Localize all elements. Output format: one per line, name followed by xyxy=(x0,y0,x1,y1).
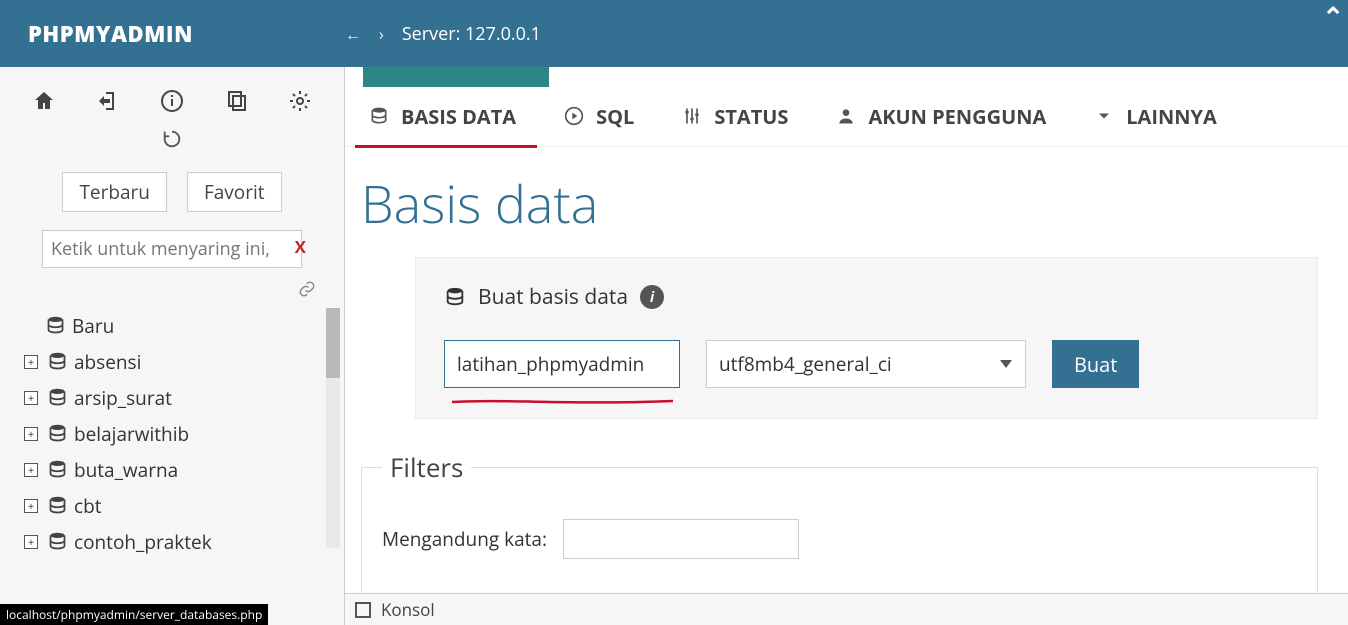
forward-arrow-icon[interactable]: › xyxy=(379,23,384,45)
filters-legend: Filters xyxy=(382,449,471,485)
tree-item[interactable]: + absensi xyxy=(24,344,344,380)
main-content: BASIS DATA SQL STATUS AKUN PENGGUNA LAIN… xyxy=(345,67,1348,625)
database-icon xyxy=(444,282,466,312)
info-icon[interactable] xyxy=(160,85,184,118)
tab-favorite[interactable]: Favorit xyxy=(187,172,282,212)
create-heading: Buat basis data i xyxy=(444,282,1289,312)
logout-icon[interactable] xyxy=(96,85,120,118)
tab-status[interactable]: STATUS xyxy=(658,87,812,146)
link-icon[interactable] xyxy=(298,278,316,302)
sidebar-filter-input[interactable] xyxy=(42,230,302,268)
database-icon xyxy=(44,384,70,412)
tab-users[interactable]: AKUN PENGGUNA xyxy=(812,87,1070,146)
tab-recent[interactable]: Terbaru xyxy=(62,172,167,212)
database-icon xyxy=(44,456,70,484)
expand-icon[interactable]: + xyxy=(24,427,38,441)
active-tab-backdrop xyxy=(363,67,549,87)
breadcrumb: ← › Server: 127.0.0.1 xyxy=(345,22,541,46)
docs-icon[interactable] xyxy=(224,85,248,118)
tab-sql[interactable]: SQL xyxy=(540,87,658,146)
create-button[interactable]: Buat xyxy=(1052,340,1139,388)
database-icon xyxy=(44,492,70,520)
database-name-input[interactable] xyxy=(444,340,680,388)
collation-select[interactable]: utf8mb4_general_ci xyxy=(706,340,1026,388)
play-icon xyxy=(564,103,584,130)
sidebar: Terbaru Favorit X Baru + absensi + arsip… xyxy=(0,67,345,625)
caret-down-icon xyxy=(1094,103,1114,130)
sliders-icon xyxy=(682,103,702,130)
create-database-panel: Buat basis data i utf8mb4_general_ci Bua… xyxy=(415,257,1318,419)
collapse-top-icon[interactable]: ⌃ xyxy=(1322,0,1344,34)
database-icon xyxy=(42,312,68,340)
home-icon[interactable] xyxy=(32,85,56,118)
sidebar-toolbar xyxy=(0,85,344,118)
top-bar: PHPMYADMIN ← › Server: 127.0.0.1 ⌃ xyxy=(0,0,1348,67)
sidebar-tabs: Terbaru Favorit xyxy=(0,172,344,212)
database-tree: Baru + absensi + arsip_surat + belajarwi… xyxy=(0,308,344,560)
expand-icon[interactable]: + xyxy=(24,391,38,405)
tree-item[interactable]: + arsip_surat xyxy=(24,380,344,416)
page-title: Basis data xyxy=(345,150,1348,257)
back-arrow-icon[interactable]: ← xyxy=(345,23,361,45)
tree-item[interactable]: + cbt xyxy=(24,488,344,524)
tree-item[interactable]: + contoh_praktek xyxy=(24,524,344,560)
help-icon[interactable]: i xyxy=(640,285,664,309)
expand-icon[interactable]: + xyxy=(24,535,38,549)
tab-more[interactable]: LAINNYA xyxy=(1070,87,1241,146)
server-breadcrumb[interactable]: Server: 127.0.0.1 xyxy=(402,22,541,46)
contains-input[interactable] xyxy=(563,519,799,559)
main-tabs: BASIS DATA SQL STATUS AKUN PENGGUNA LAIN… xyxy=(345,87,1348,147)
console-bar[interactable]: Konsol xyxy=(345,593,1348,625)
expand-icon[interactable]: + xyxy=(24,463,38,477)
gear-icon[interactable] xyxy=(288,85,312,118)
filters-panel: Filters Mengandung kata: xyxy=(361,449,1318,600)
brand-logo[interactable]: PHPMYADMIN xyxy=(0,19,345,49)
console-icon xyxy=(355,602,371,618)
database-icon xyxy=(44,348,70,376)
tab-database[interactable]: BASIS DATA xyxy=(345,87,540,146)
tree-item-new[interactable]: Baru xyxy=(42,308,344,344)
refresh-icon[interactable] xyxy=(0,124,344,154)
annotation-underline xyxy=(450,389,675,393)
clear-filter-icon[interactable]: X xyxy=(295,235,306,258)
tree-item[interactable]: + belajarwithib xyxy=(24,416,344,452)
status-url: localhost/phpmyadmin/server_databases.ph… xyxy=(0,604,268,625)
tree-scrollbar[interactable] xyxy=(326,308,340,548)
database-icon xyxy=(44,420,70,448)
database-icon xyxy=(44,528,70,556)
user-icon xyxy=(836,103,856,130)
tree-item[interactable]: + buta_warna xyxy=(24,452,344,488)
expand-icon[interactable]: + xyxy=(24,355,38,369)
database-icon xyxy=(369,103,389,130)
expand-icon[interactable]: + xyxy=(24,499,38,513)
contains-label: Mengandung kata: xyxy=(382,526,547,552)
active-tab-underline xyxy=(355,145,537,148)
